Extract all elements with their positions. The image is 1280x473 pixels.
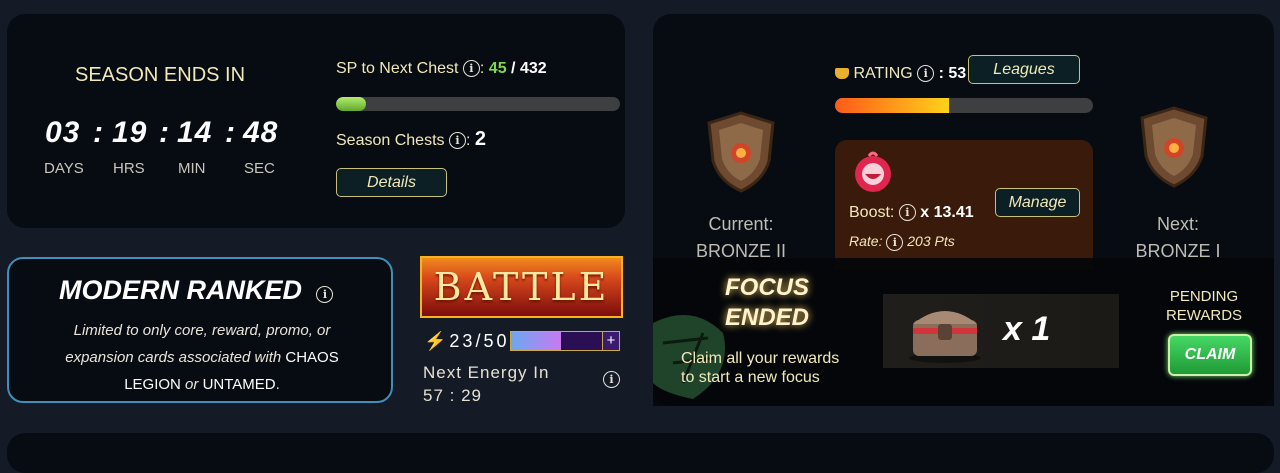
boost-row: Boost: i x 13.41 [849, 204, 974, 222]
energy-plus-button[interactable]: + [602, 332, 619, 350]
sp-progress-bar [336, 97, 620, 111]
edition-untamed: UNTAMED [202, 376, 276, 393]
battle-label: BATTLE [433, 265, 610, 309]
energy-row: ⚡23/50 [424, 331, 509, 352]
energy-bar: + [510, 331, 620, 351]
next-energy-time: 57 : 29 [423, 386, 482, 405]
rate-label: Rate: [849, 233, 883, 249]
league-panel: Current: BRONZE II Next: BRONZE I RATING… [653, 14, 1274, 406]
rating-row: RATING i : 53 [835, 65, 966, 83]
shield-next-icon [1140, 106, 1208, 188]
battle-button[interactable]: BATTLE [420, 256, 623, 318]
pending-1: PENDING [1169, 288, 1239, 305]
sp-label: SP to Next Chest [336, 60, 459, 77]
info-icon[interactable]: i [917, 65, 935, 83]
rating-progress-fill [835, 98, 949, 113]
label-hrs: HRS [113, 160, 145, 177]
shield-current-icon [707, 111, 775, 193]
label-days: DAYS [44, 160, 84, 177]
boost-potion-icon [855, 151, 891, 192]
focus-title-1: FOCUS [725, 274, 809, 301]
chests-label: Season Chests [336, 132, 445, 149]
label-min: MIN [178, 160, 206, 177]
leagues-button[interactable]: Leagues [968, 55, 1080, 84]
energy-value: 23/50 [449, 331, 510, 351]
sp-current: 45 [488, 60, 507, 77]
info-icon[interactable]: i [603, 371, 620, 388]
next-league-label: Next: [1156, 214, 1199, 234]
mode-panel: MODERN RANKED i Limited to only core, re… [7, 257, 393, 403]
info-icon[interactable]: i [316, 286, 334, 304]
info-icon[interactable]: i [448, 132, 466, 150]
chests-value: 2 [474, 128, 486, 150]
claim-button[interactable]: CLAIM [1168, 334, 1252, 376]
chests-row: Season Chests i: 2 [336, 128, 486, 150]
sp-progress-fill [336, 97, 366, 111]
rating-value: : 53 [938, 65, 967, 82]
mode-description: Limited to only core, reward, promo, or … [39, 317, 365, 398]
mode-desc-end: . [275, 376, 280, 393]
manage-button[interactable]: Manage [995, 188, 1080, 217]
info-icon[interactable]: i [898, 204, 916, 222]
next-energy-label: Next Energy In [423, 363, 550, 382]
chest-count: x 1 [1003, 310, 1051, 348]
focus-title-2: ENDED [725, 304, 810, 331]
mode-desc-or: or [185, 376, 199, 393]
info-icon[interactable]: i [462, 60, 480, 78]
focus-strip: FOCUS ENDED Claim all your rewards to st… [653, 258, 1274, 406]
info-icon[interactable]: i [886, 233, 904, 251]
timer-sep-2: : [159, 116, 170, 149]
sp-total: / 432 [511, 60, 547, 77]
boost-value: x 13.41 [920, 204, 974, 221]
details-button[interactable]: Details [336, 168, 447, 197]
boost-box: Manage Boost: i x 13.41 Rate: i 203 Pts [835, 140, 1093, 270]
rate-row: Rate: i 203 Pts [849, 233, 955, 251]
claim-text-2: to start a new focus [681, 369, 820, 386]
mode-title-row: MODERN RANKED i [59, 275, 334, 306]
season-title: SEASON ENDS IN [75, 64, 246, 86]
boost-label: Boost: [849, 204, 895, 221]
timer-hrs: 19 [112, 116, 148, 149]
timer-days: 03 [45, 116, 81, 149]
timer-sec: 48 [243, 116, 279, 149]
current-league-label: Current: [708, 214, 774, 234]
label-sec: SEC [244, 160, 275, 177]
rating-icon [835, 68, 849, 80]
bottom-panel [7, 433, 1274, 473]
rate-value: 203 Pts [907, 233, 955, 249]
rating-progress-bar [835, 98, 1093, 113]
reward-box: x 1 [883, 294, 1119, 368]
timer-sep-1: : [93, 116, 104, 149]
timer-min: 14 [177, 116, 213, 149]
rating-label: RATING [853, 65, 913, 82]
season-panel: SEASON ENDS IN 03 : 19 : 14 : 48 DAYS HR… [7, 14, 625, 228]
claim-text-1: Claim all your rewards [681, 350, 840, 367]
pending-2: REWARDS [1165, 307, 1243, 324]
lightning-icon: ⚡ [424, 331, 450, 351]
sp-row: SP to Next Chest i: 45 / 432 [336, 60, 547, 78]
energy-bar-fill [511, 332, 561, 350]
mode-title: MODERN RANKED [59, 275, 302, 305]
chest-icon [909, 311, 981, 363]
timer-sep-3: : [225, 116, 236, 149]
